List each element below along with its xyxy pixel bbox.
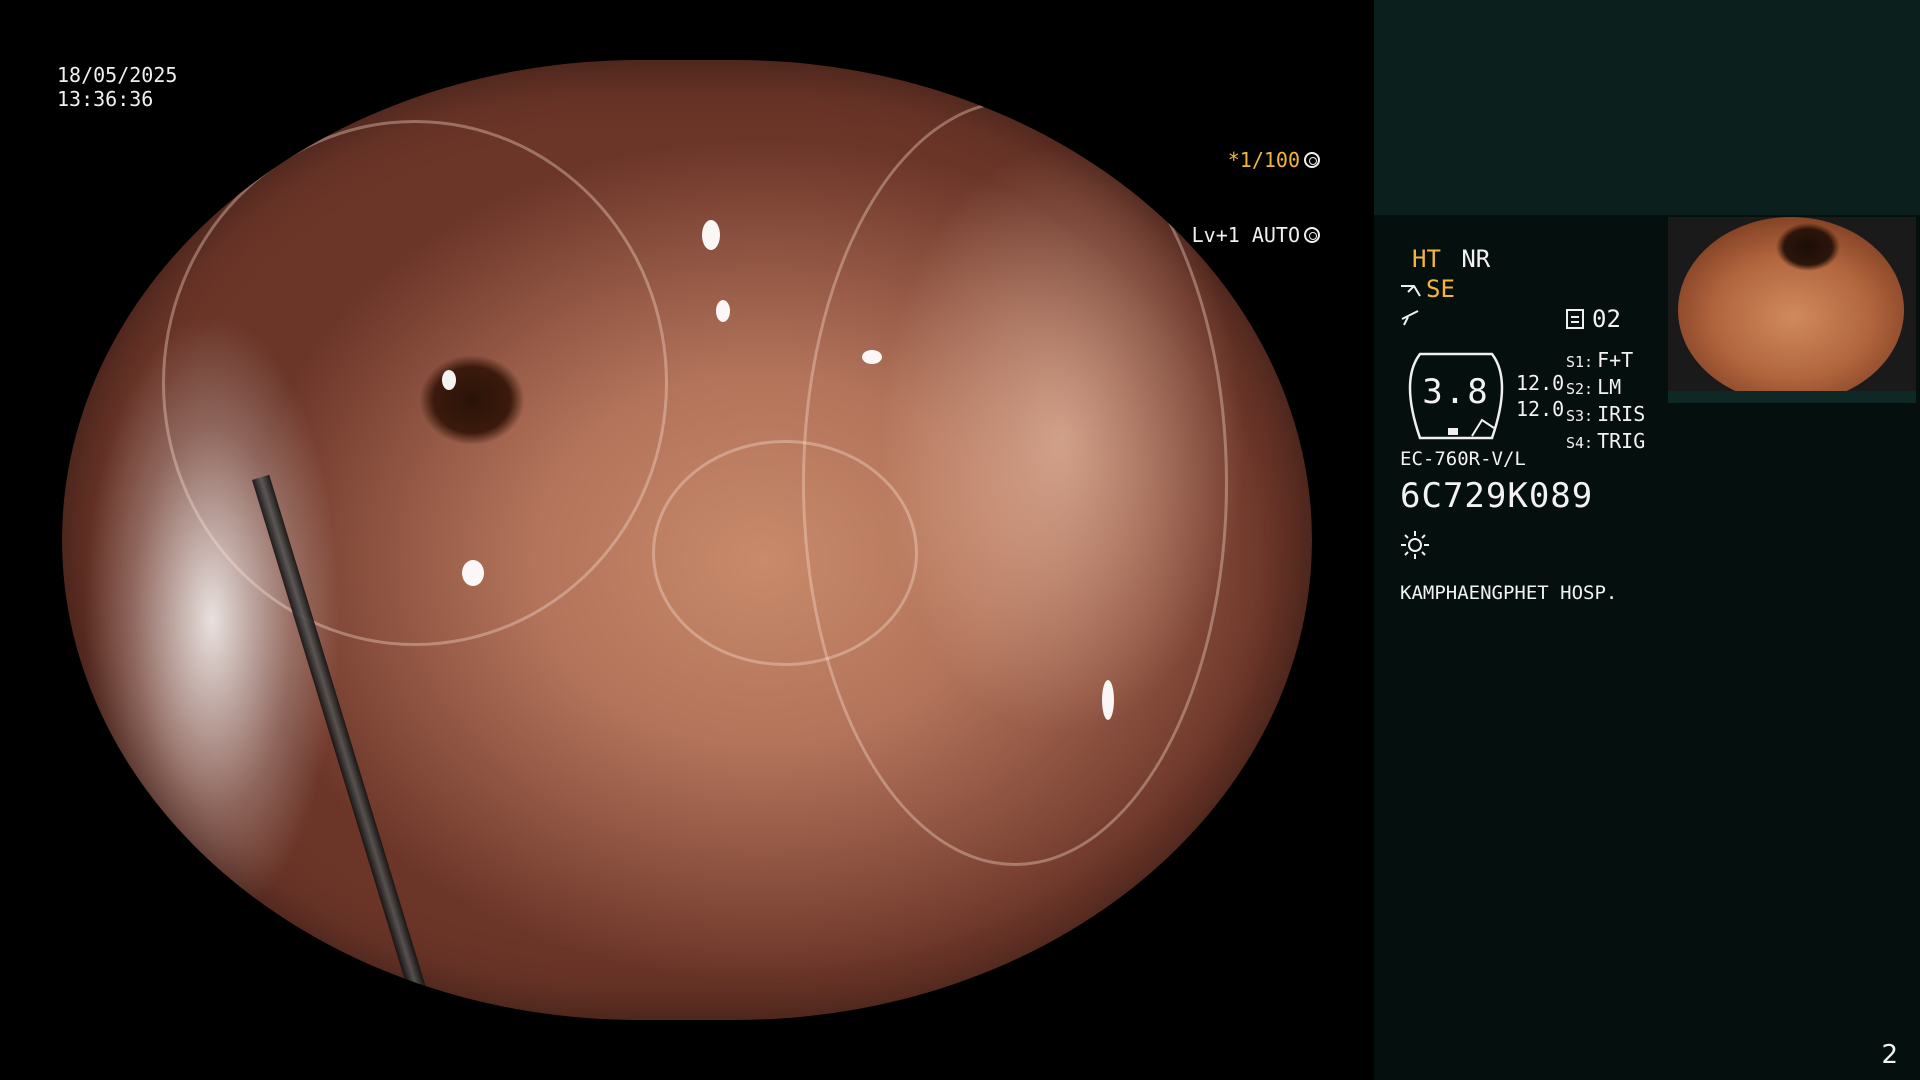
switch-value: TRIG [1597, 429, 1646, 453]
flash-indicator [1400, 305, 1420, 333]
light-reflection [1102, 680, 1114, 720]
hospital-name-label: KAMPHAENGPHET HOSP. [1400, 582, 1618, 604]
mode-ht-label: HT [1412, 245, 1441, 273]
switch-row: S3: IRIS [1566, 402, 1645, 429]
light-reflection [442, 370, 456, 390]
shutter-speed-label: *1/100 [1227, 147, 1300, 172]
mucosal-fold [652, 440, 918, 666]
gauge-side-values: 12.0 12.0 [1516, 370, 1564, 422]
date-label: 18/05/2025 [57, 63, 178, 87]
scope-serial-label: 6C729K089 [1400, 476, 1594, 516]
flash-icon [1401, 310, 1419, 326]
switch-row: S1: F+T [1566, 348, 1645, 375]
light-reflection [462, 560, 484, 586]
switch-row: S4: TRIG [1566, 429, 1645, 456]
switch-value: F+T [1597, 348, 1634, 372]
scope-model-label: EC-760R-V/L [1400, 448, 1526, 470]
exposure-level-label: Lv+1 AUTO [1191, 222, 1300, 247]
switch-key: S1: [1566, 353, 1594, 371]
page-number-label: 2 [1881, 1040, 1898, 1070]
scope-tip-icon [1401, 285, 1421, 297]
mucosal-fold [162, 120, 668, 646]
shutter-wheel-icon [1304, 151, 1320, 168]
switch-key: S4: [1566, 434, 1594, 452]
switch-value: LM [1597, 375, 1622, 399]
iris-icon [1304, 226, 1320, 243]
structure-enhancement: SE [1400, 275, 1455, 303]
light-reflection [862, 350, 882, 364]
memory-count-label: 02 [1592, 305, 1621, 333]
endoscope-view: 18/05/2025 13:36:36 *1/100 Lv+1 AUTO [0, 0, 1374, 1080]
light-reflection [716, 300, 730, 322]
memory-indicator: 02 [1566, 305, 1621, 333]
enhancement-modes: HT NR [1412, 245, 1496, 273]
mode-nr-label: NR [1461, 245, 1491, 273]
endoscopy-image [62, 60, 1312, 1020]
gauge-side-value: 12.0 [1516, 371, 1565, 395]
reference-thumbnail [1668, 217, 1916, 403]
panel-header-area [1374, 0, 1920, 215]
switch-key: S2: [1566, 380, 1594, 398]
sun-icon [1401, 531, 1429, 559]
info-panel: HT NR SE 02 3.8 12.0 12.0 S1: F+T S2: LM S… [1374, 0, 1920, 1080]
switch-key: S3: [1566, 407, 1594, 425]
memory-card-icon [1566, 309, 1584, 329]
switch-assignments: S1: F+T S2: LM S3: IRIS S4: TRIG [1566, 348, 1645, 456]
thumbnail-bar [1668, 391, 1916, 403]
date-time-readout: 18/05/2025 13:36:36 [57, 63, 177, 111]
mode-se-label: SE [1426, 275, 1455, 303]
gauge-value-label: 3.8 [1422, 372, 1490, 412]
time-label: 13:36:36 [57, 87, 154, 111]
exposure-readout: *1/100 Lv+1 AUTO [1180, 98, 1320, 296]
light-reflection [702, 220, 720, 250]
thumbnail-image [1678, 217, 1904, 403]
switch-row: S2: LM [1566, 375, 1645, 402]
gauge-side-value: 12.0 [1516, 397, 1565, 421]
switch-value: IRIS [1597, 402, 1646, 426]
